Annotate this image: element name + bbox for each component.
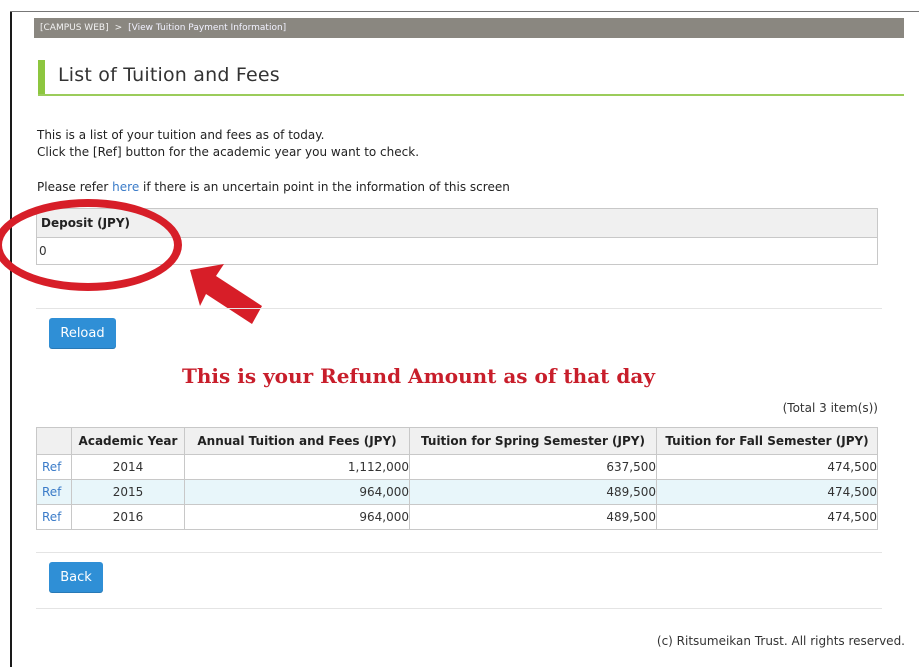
window-top-border [10, 11, 919, 12]
refer-line: Please refer here if there is an uncerta… [37, 180, 510, 194]
annual-fee-cell: 1,112,000 [184, 454, 410, 480]
section-divider [36, 308, 882, 309]
spring-fee-cell: 637,500 [409, 454, 657, 480]
back-button[interactable]: Back [49, 562, 103, 593]
intro-line-1: This is a list of your tuition and fees … [37, 128, 325, 142]
section-divider [36, 552, 882, 553]
column-header-annual: Annual Tuition and Fees (JPY) [184, 427, 410, 455]
ref-link[interactable]: Ref [36, 504, 72, 530]
intro-text: This is a list of your tuition and fees … [37, 127, 419, 161]
copyright-footer: (c) Ritsumeikan Trust. All rights reserv… [656, 634, 905, 648]
table-row: Ref 2016 964,000 489,500 474,500 [36, 504, 878, 530]
red-arrow-icon [190, 264, 262, 324]
intro-line-2: Click the [Ref] button for the academic … [37, 145, 420, 159]
refer-prefix: Please refer [37, 180, 113, 194]
table-row: Ref 2015 964,000 489,500 474,500 [36, 479, 878, 505]
fall-fee-cell: 474,500 [656, 504, 878, 530]
title-accent-bar [38, 60, 45, 94]
breadcrumb-current[interactable]: [View Tuition Payment Information] [128, 23, 286, 33]
ref-link[interactable]: Ref [36, 479, 72, 505]
academic-year-cell: 2016 [71, 504, 185, 530]
window-left-border [10, 12, 12, 667]
table-header-row: Academic Year Annual Tuition and Fees (J… [36, 427, 878, 455]
breadcrumb: [CAMPUS WEB] > [View Tuition Payment Inf… [34, 18, 904, 38]
section-divider [36, 608, 882, 609]
fall-fee-cell: 474,500 [656, 479, 878, 505]
column-header-spring: Tuition for Spring Semester (JPY) [409, 427, 657, 455]
refer-suffix: if there is an uncertain point in the in… [139, 180, 510, 194]
breadcrumb-separator: > [114, 23, 123, 33]
table-row: Ref 2014 1,112,000 637,500 474,500 [36, 454, 878, 480]
column-header-academic-year: Academic Year [71, 427, 185, 455]
annual-fee-cell: 964,000 [184, 479, 410, 505]
tuition-fees-table: Academic Year Annual Tuition and Fees (J… [36, 427, 878, 530]
page-title: List of Tuition and Fees [58, 64, 280, 86]
column-header-ref [36, 427, 72, 455]
breadcrumb-root[interactable]: [CAMPUS WEB] [40, 23, 109, 33]
column-header-fall: Tuition for Fall Semester (JPY) [656, 427, 878, 455]
red-highlight-circle [0, 199, 182, 291]
academic-year-cell: 2014 [71, 454, 185, 480]
reload-button[interactable]: Reload [49, 318, 116, 349]
academic-year-cell: 2015 [71, 479, 185, 505]
total-items-count: (Total 3 item(s)) [782, 401, 878, 415]
refer-here-link[interactable]: here [112, 180, 139, 194]
ref-link[interactable]: Ref [36, 454, 72, 480]
title-underline [38, 94, 904, 96]
annual-fee-cell: 964,000 [184, 504, 410, 530]
spring-fee-cell: 489,500 [409, 479, 657, 505]
spring-fee-cell: 489,500 [409, 504, 657, 530]
refund-annotation: This is your Refund Amount as of that da… [182, 364, 655, 388]
fall-fee-cell: 474,500 [656, 454, 878, 480]
